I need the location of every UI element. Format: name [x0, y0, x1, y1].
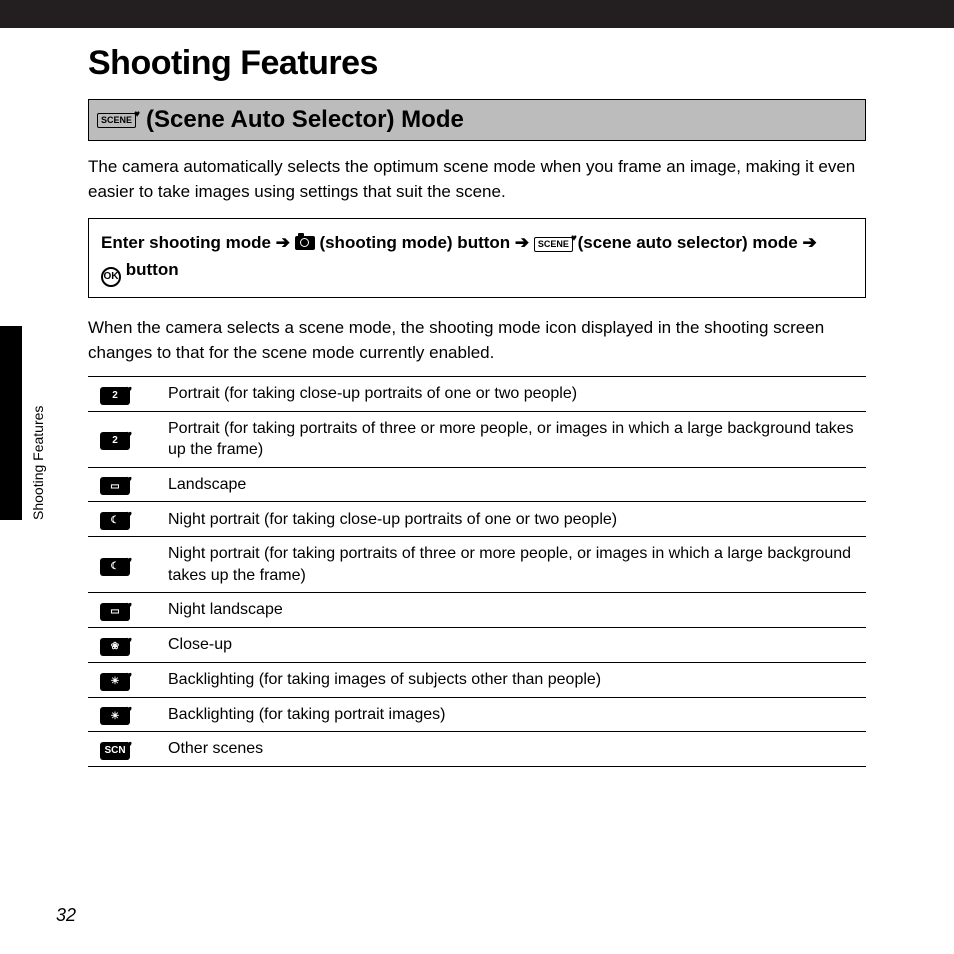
intro-paragraph: The camera automatically selects the opt…: [88, 155, 866, 204]
mode-description: Portrait (for taking close-up portraits …: [160, 376, 866, 411]
mode-icon-cell: ▭♥: [88, 467, 160, 502]
table-row: ☾♥ Night portrait (for taking portraits o…: [88, 537, 866, 593]
page-content: Shooting Features SCENE♥ (Scene Auto Sel…: [0, 28, 954, 767]
navigation-path-box: Enter shooting mode ➔ (shooting mode) bu…: [88, 218, 866, 298]
section-heading: SCENE♥ (Scene Auto Selector) Mode: [88, 99, 866, 141]
table-row: ☾♥ Night portrait (for taking close-up po…: [88, 502, 866, 537]
table-row: ▭♥ Landscape: [88, 467, 866, 502]
nav-part-3: (scene auto selector) mode: [578, 233, 798, 252]
mode-description: Portrait (for taking portraits of three …: [160, 411, 866, 467]
scene-auto-icon: SCENE♥: [534, 237, 573, 252]
arrow-icon: ➔: [276, 233, 295, 252]
mode-badge-icon: ▭♥: [100, 477, 130, 495]
scene-auto-icon: SCENE♥: [97, 113, 136, 128]
mode-badge-icon: ☾♥: [100, 512, 130, 530]
mode-icon-cell: 2♥: [88, 376, 160, 411]
arrow-icon: ➔: [802, 233, 816, 252]
mode-badge-icon: ❀♥: [100, 638, 130, 656]
page-number: 32: [56, 905, 76, 926]
mode-icon-cell: 2♥: [88, 411, 160, 467]
mode-icon-cell: ☾♥: [88, 537, 160, 593]
table-row: 2♥ Portrait (for taking portraits of thre…: [88, 411, 866, 467]
camera-icon: [295, 236, 315, 250]
scene-mode-table: 2♥ Portrait (for taking close-up portrait…: [88, 376, 866, 767]
table-row: SCN♥ Other scenes: [88, 732, 866, 767]
nav-part-4: button: [126, 260, 179, 279]
mode-icon-cell: ☾♥: [88, 502, 160, 537]
mode-description: Backlighting (for taking images of subje…: [160, 662, 866, 697]
mode-badge-icon: ☾♥: [100, 558, 130, 576]
mode-description: Night portrait (for taking close-up port…: [160, 502, 866, 537]
nav-part-1: Enter shooting mode: [101, 233, 271, 252]
table-row: ☀♥ Backlighting (for taking images of sub…: [88, 662, 866, 697]
mode-description: Night landscape: [160, 593, 866, 628]
table-row: ▭♥ Night landscape: [88, 593, 866, 628]
mode-icon-cell: ❀♥: [88, 628, 160, 663]
table-row: ❀♥ Close-up: [88, 628, 866, 663]
section-heading-text: (Scene Auto Selector) Mode: [146, 106, 464, 134]
mode-icon-cell: ▭♥: [88, 593, 160, 628]
mode-description: Other scenes: [160, 732, 866, 767]
table-row: ☀♥ Backlighting (for taking portrait imag…: [88, 697, 866, 732]
mode-icon-cell: ☀♥: [88, 662, 160, 697]
mode-icon-cell: SCN♥: [88, 732, 160, 767]
mode-badge-icon: ☀♥: [100, 707, 130, 725]
table-row: 2♥ Portrait (for taking close-up portrait…: [88, 376, 866, 411]
top-dark-bar: [0, 0, 954, 28]
mode-badge-icon: 2♥: [100, 387, 130, 405]
chapter-title: Shooting Features: [88, 44, 866, 83]
arrow-icon: ➔: [515, 233, 534, 252]
mode-description: Backlighting (for taking portrait images…: [160, 697, 866, 732]
mode-description: Landscape: [160, 467, 866, 502]
ok-button-icon: OK: [101, 267, 121, 287]
mode-badge-icon: 2♥: [100, 432, 130, 450]
mode-icon-cell: ☀♥: [88, 697, 160, 732]
mode-description: Night portrait (for taking portraits of …: [160, 537, 866, 593]
nav-part-2: (shooting mode) button: [319, 233, 510, 252]
after-navigation-paragraph: When the camera selects a scene mode, th…: [88, 316, 866, 365]
mode-badge-icon: ▭♥: [100, 603, 130, 621]
mode-badge-icon: ☀♥: [100, 673, 130, 691]
mode-description: Close-up: [160, 628, 866, 663]
mode-badge-icon: SCN♥: [100, 742, 130, 760]
